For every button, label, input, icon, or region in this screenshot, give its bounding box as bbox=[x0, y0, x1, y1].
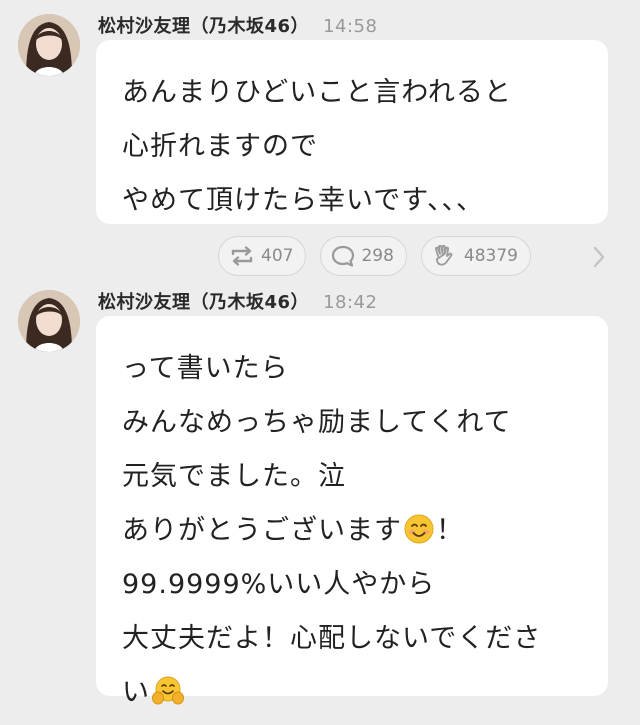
comment-icon bbox=[331, 245, 355, 267]
chevron-right-icon[interactable] bbox=[590, 244, 608, 274]
retweet-icon bbox=[229, 245, 255, 267]
avatar[interactable] bbox=[18, 290, 80, 352]
message-line: 元気でました。泣 bbox=[122, 461, 346, 492]
message-text: い bbox=[122, 677, 150, 708]
post-meta: 松村沙友理（乃木坂46） 14:58 bbox=[98, 12, 377, 38]
message-line: い bbox=[122, 666, 608, 720]
post-meta: 松村沙友理（乃木坂46） 18:42 bbox=[98, 288, 377, 314]
like-button[interactable]: 48379 bbox=[420, 236, 531, 276]
message-text: ありがとうございます bbox=[122, 515, 402, 546]
comment-count: 298 bbox=[361, 246, 394, 266]
message-line: 大丈夫だよ！心配しないでくださ bbox=[122, 623, 542, 654]
comment-button[interactable]: 298 bbox=[320, 236, 407, 276]
author-name[interactable]: 松村沙友理（乃木坂46） bbox=[98, 12, 309, 38]
clap-hand-icon bbox=[432, 244, 458, 268]
message-bubble: あんまりひどいこと言われると 心折れますので やめて頂けたら幸いです、、、 bbox=[96, 40, 608, 224]
hugging-face-emoji bbox=[152, 671, 184, 705]
action-bar: 407 298 48379 bbox=[218, 236, 531, 276]
message-line: って書いたら bbox=[122, 353, 289, 384]
retweet-button[interactable]: 407 bbox=[218, 236, 307, 276]
avatar[interactable] bbox=[18, 14, 80, 76]
message-text: ！ bbox=[436, 515, 464, 546]
message-line: あんまりひどいこと言われると bbox=[122, 77, 512, 108]
message-line: やめて頂けたら幸いです、、、 bbox=[122, 185, 485, 216]
retweet-count: 407 bbox=[261, 246, 294, 266]
message-line: ありがとうございます ！ bbox=[122, 504, 608, 558]
message-line: 99.9999%いい人やから bbox=[122, 569, 436, 600]
post-time: 14:58 bbox=[323, 16, 378, 37]
message-bubble: って書いたら みんなめっちゃ励ましてくれて 元気でました。泣 ありがとうございま… bbox=[96, 316, 608, 708]
author-name[interactable]: 松村沙友理（乃木坂46） bbox=[98, 288, 309, 314]
message-line: みんなめっちゃ励ましてくれて bbox=[122, 407, 512, 438]
post-time: 18:42 bbox=[323, 292, 378, 313]
smiling-face-emoji bbox=[404, 509, 434, 544]
like-count: 48379 bbox=[463, 246, 518, 266]
message-line: 心折れますので bbox=[122, 131, 318, 162]
